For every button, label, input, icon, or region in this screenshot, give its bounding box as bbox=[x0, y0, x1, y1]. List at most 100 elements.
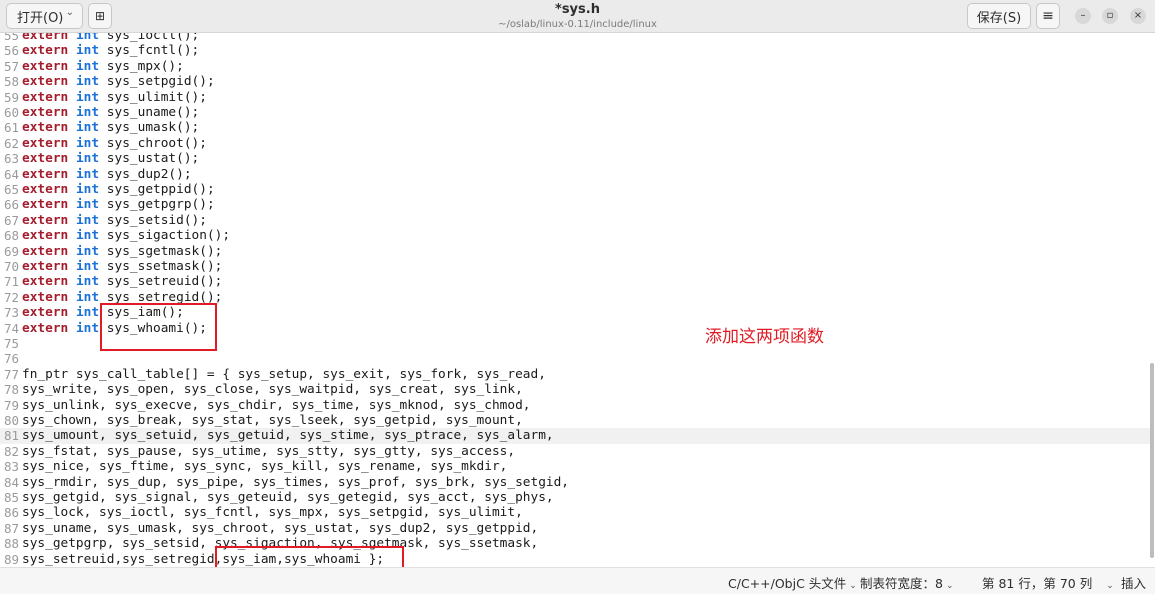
keyword-int: int bbox=[75, 43, 100, 59]
maximize-icon: ▫ bbox=[1106, 10, 1114, 21]
code-text: extern int sys_ulimit(); bbox=[22, 90, 207, 105]
code-text: extern int sys_fcntl(); bbox=[22, 43, 199, 58]
keyword-extern: extern bbox=[22, 33, 69, 43]
identifier: sys_chroot(); bbox=[106, 135, 207, 151]
keyword-int: int bbox=[75, 197, 100, 213]
keyword-int: int bbox=[75, 105, 100, 120]
code-text: extern int sys_setsid(); bbox=[22, 213, 207, 228]
keyword-int: int bbox=[75, 243, 100, 259]
identifier: sys_ulimit(); bbox=[106, 89, 207, 105]
code-text: sys_fstat, sys_pause, sys_utime, sys_stt… bbox=[22, 443, 516, 459]
maximize-button[interactable]: ▫ bbox=[1102, 8, 1118, 24]
code-text: extern int sys_sigaction(); bbox=[22, 228, 230, 243]
line-number: 87 bbox=[3, 520, 19, 536]
line-number: 64 bbox=[3, 166, 19, 182]
keyword-int: int bbox=[75, 259, 100, 274]
keyword-extern: extern bbox=[22, 89, 69, 105]
code-text: sys_uname, sys_umask, sys_chroot, sys_us… bbox=[22, 520, 539, 536]
line-number: 60 bbox=[3, 105, 19, 120]
line-number: 61 bbox=[3, 120, 19, 136]
keyword-int: int bbox=[75, 182, 100, 197]
line-number: 81 bbox=[3, 428, 19, 444]
save-button[interactable]: 保存(S) bbox=[967, 3, 1031, 29]
hamburger-menu-icon: ≡ bbox=[1042, 8, 1054, 24]
line-number: 86 bbox=[3, 505, 19, 521]
hamburger-menu-button[interactable]: ≡ bbox=[1036, 3, 1060, 29]
keyword-int: int bbox=[75, 289, 100, 305]
line-number: 75 bbox=[3, 336, 19, 351]
code-text: extern int sys_umask(); bbox=[22, 120, 199, 135]
keyword-extern: extern bbox=[22, 105, 69, 120]
line-number: 76 bbox=[3, 351, 19, 367]
cursor-position-label: 第 81 行，第 70 列 bbox=[982, 576, 1093, 591]
keyword-extern: extern bbox=[22, 228, 69, 244]
header-bar: 打开(O) ⌄ ⊞ *sys.h ~/oslab/linux-0.11/incl… bbox=[0, 0, 1155, 33]
identifier: sys_ustat(); bbox=[106, 151, 200, 167]
code-line[interactable]: 81 sys_umount, sys_setuid, sys_getuid, sy… bbox=[0, 428, 1150, 444]
keyword-int: int bbox=[75, 212, 100, 228]
close-icon: × bbox=[1133, 10, 1143, 21]
chevron-down-icon: ⌄ bbox=[65, 7, 74, 18]
keyword-int: int bbox=[75, 58, 100, 74]
code-text: sys_lock, sys_ioctl, sys_fcntl, sys_mpx,… bbox=[22, 505, 523, 521]
line-number: 80 bbox=[3, 413, 19, 428]
line-number: 58 bbox=[3, 74, 19, 90]
line-number: 85 bbox=[3, 490, 19, 505]
keyword-int: int bbox=[75, 228, 100, 244]
line-number: 56 bbox=[3, 43, 19, 59]
chevron-down-icon: ⌄ bbox=[945, 581, 954, 591]
line-number: 89 bbox=[3, 551, 19, 567]
keyword-int: int bbox=[75, 274, 100, 290]
line-number: 72 bbox=[3, 289, 19, 305]
annotation-text: 添加这两项函数 bbox=[705, 327, 824, 347]
cursor-position-selector[interactable]: 第 81 行，第 70 列 ⌄ bbox=[982, 573, 1114, 592]
tab-width-selector[interactable]: 制表符宽度：8 ⌄ bbox=[860, 573, 954, 592]
status-bar: C/C++/ObjC 头文件 ⌄ 制表符宽度：8 ⌄ 第 81 行，第 70 列 ⌄ … bbox=[0, 567, 1155, 594]
identifier: sys_uname(); bbox=[106, 105, 200, 120]
open-button[interactable]: 打开(O) ⌄ bbox=[6, 3, 83, 29]
code-text: extern int sys_uname(); bbox=[22, 105, 199, 120]
code-text: sys_umount, sys_setuid, sys_getuid, sys_… bbox=[22, 428, 554, 444]
line-number: 71 bbox=[3, 274, 19, 290]
minimize-button[interactable]: – bbox=[1075, 8, 1091, 24]
new-tab-button[interactable]: ⊞ bbox=[88, 3, 112, 29]
chevron-down-icon: ⌄ bbox=[849, 581, 857, 591]
keyword-extern: extern bbox=[22, 120, 69, 136]
line-number: 63 bbox=[3, 151, 19, 167]
code-text: fn_ptr sys_call_table[] = { sys_setup, s… bbox=[22, 366, 546, 382]
keyword-int: int bbox=[75, 74, 100, 90]
line-number: 59 bbox=[3, 89, 19, 105]
minimize-icon: – bbox=[1080, 10, 1086, 21]
line-number: 68 bbox=[3, 228, 19, 244]
language-selector[interactable]: C/C++/ObjC 头文件 ⌄ bbox=[728, 573, 857, 592]
keyword-extern: extern bbox=[22, 166, 69, 182]
keyword-extern: extern bbox=[22, 212, 69, 228]
window-title-area: *sys.h ~/oslab/linux-0.11/include/linux bbox=[400, 2, 755, 31]
insert-mode-indicator[interactable]: 插入 bbox=[1121, 573, 1146, 592]
keyword-extern: extern bbox=[22, 197, 69, 213]
keyword-int: int bbox=[75, 166, 100, 182]
identifier: sys_umask(); bbox=[106, 120, 200, 136]
identifier: sys_setreuid(); bbox=[106, 274, 223, 290]
code-text: sys_chown, sys_break, sys_stat, sys_lsee… bbox=[22, 413, 523, 428]
line-number: 69 bbox=[3, 243, 19, 259]
keyword-extern: extern bbox=[22, 259, 69, 274]
identifier: sys_fcntl(); bbox=[106, 43, 200, 59]
line-number: 65 bbox=[3, 182, 19, 197]
line-number: 82 bbox=[3, 443, 19, 459]
vertical-scrollbar[interactable] bbox=[1150, 363, 1154, 558]
line-number: 88 bbox=[3, 536, 19, 552]
line-number: 83 bbox=[3, 459, 19, 475]
code-text: extern int sys_setpgid(); bbox=[22, 74, 215, 89]
close-button[interactable]: × bbox=[1130, 8, 1146, 24]
line-number: 77 bbox=[3, 366, 19, 382]
text-editor[interactable]: 55 extern int sys_ioctl(); 56 extern int sy… bbox=[0, 33, 1155, 567]
code-text: extern int sys_dup2(); bbox=[22, 167, 192, 182]
identifier: sys_sgetmask(); bbox=[106, 243, 223, 259]
identifier: sys_mpx(); bbox=[106, 58, 184, 74]
identifier: sys_sigaction(); bbox=[106, 228, 231, 244]
keyword-extern: extern bbox=[22, 58, 69, 74]
code-text: sys_nice, sys_ftime, sys_sync, sys_kill,… bbox=[22, 459, 508, 475]
code-text: extern int sys_getpgrp(); bbox=[22, 197, 215, 212]
keyword-int: int bbox=[75, 320, 100, 336]
